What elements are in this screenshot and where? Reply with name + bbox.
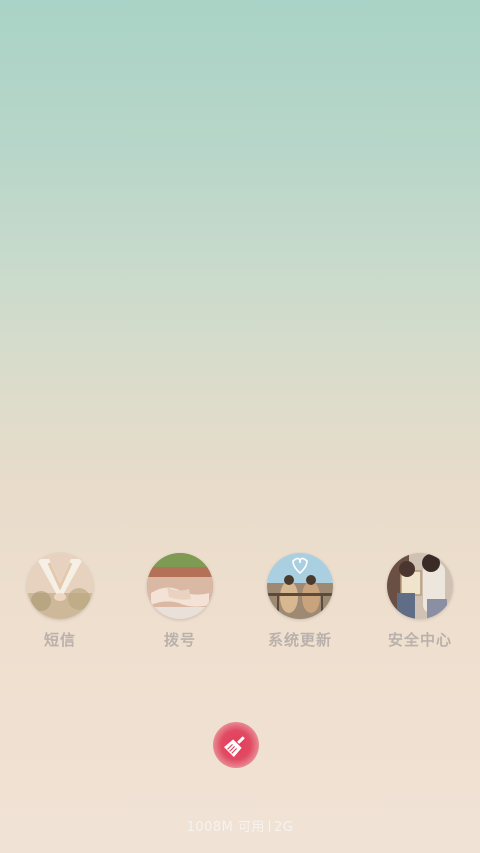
memory-free-text: 1008M 可用 bbox=[186, 820, 266, 835]
status-divider bbox=[269, 820, 271, 832]
broom-icon bbox=[224, 736, 245, 757]
clean-memory-button[interactable] bbox=[213, 722, 259, 768]
app-messages[interactable]: 短信 bbox=[0, 553, 120, 663]
app-label: 系统更新 bbox=[267, 631, 332, 649]
holding-hands-photo-icon bbox=[147, 553, 213, 619]
memory-total-text: 2G bbox=[274, 820, 294, 835]
app-dialer[interactable]: 拨号 bbox=[120, 553, 240, 663]
couple-on-railing-photo-icon bbox=[267, 553, 333, 619]
app-label: 拨号 bbox=[163, 631, 196, 649]
app-label: 短信 bbox=[43, 631, 76, 649]
heart-hands-photo-icon bbox=[27, 553, 93, 619]
app-system-update[interactable]: 系统更新 bbox=[240, 553, 360, 663]
app-row: 短信 拨号 系统更新 安全中心 bbox=[0, 553, 480, 663]
app-label: 安全中心 bbox=[387, 631, 452, 649]
app-security-center[interactable]: 安全中心 bbox=[360, 553, 480, 663]
couple-book-photo-icon bbox=[387, 553, 453, 619]
memory-status: 1008M 可用 2G bbox=[0, 816, 480, 835]
